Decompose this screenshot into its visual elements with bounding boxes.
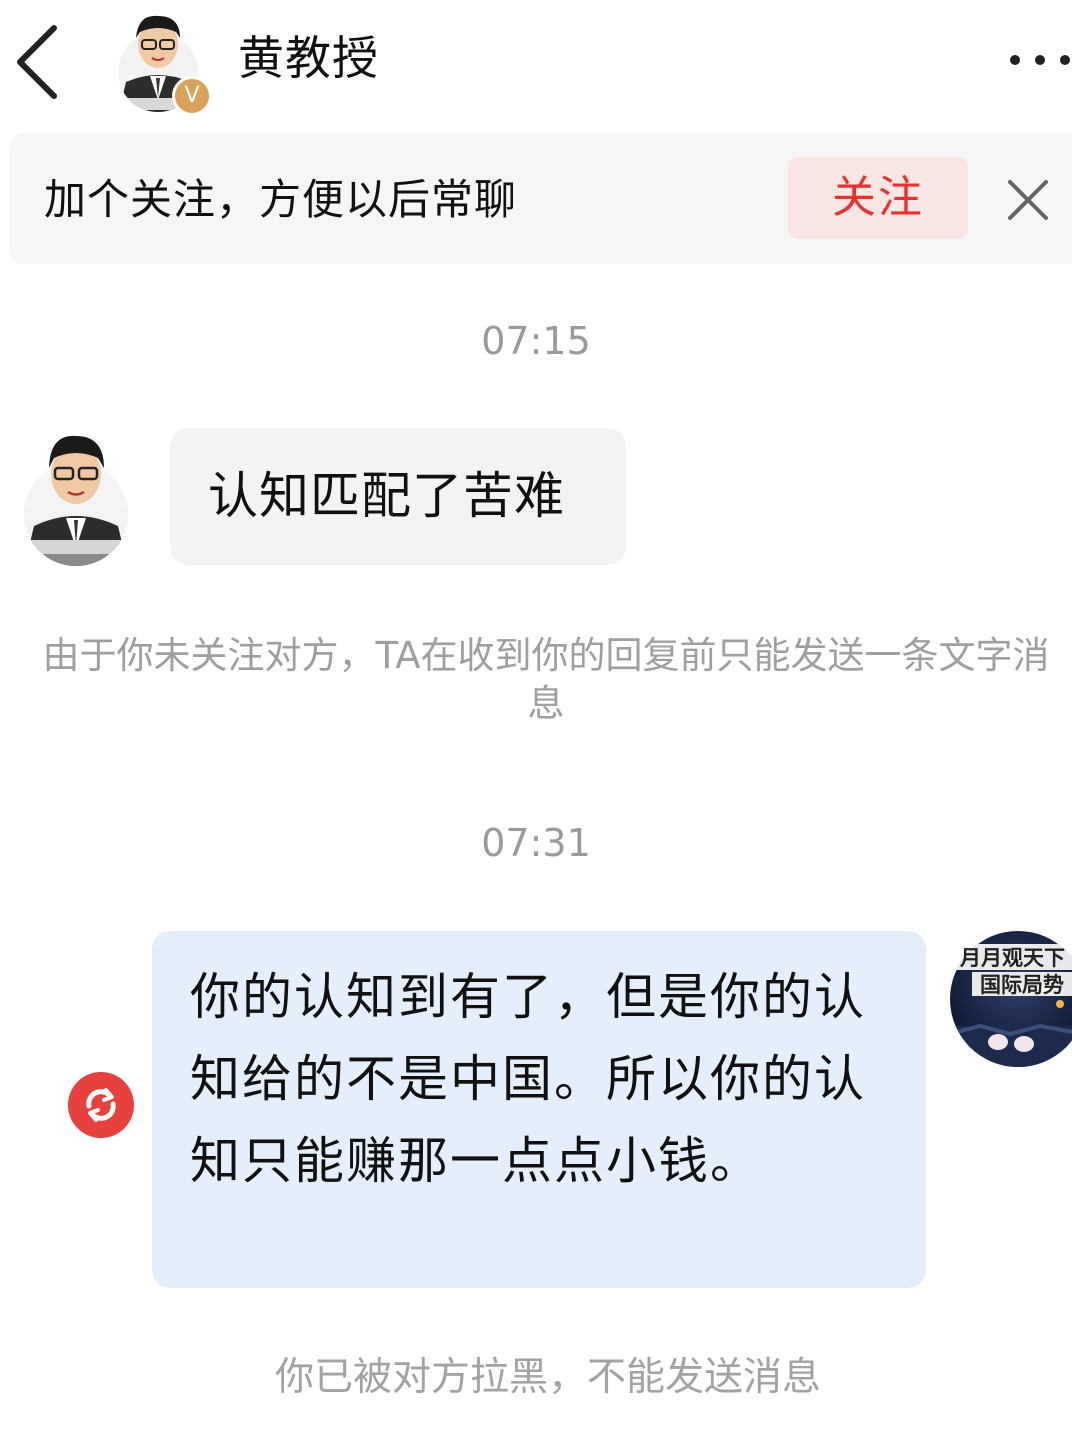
incoming-message-text: 认知匹配了苦难	[208, 467, 565, 525]
follow-button[interactable]: 关注	[788, 157, 968, 239]
system-notice: 由于你未关注对方，TA在收到你的回复前只能发送一条文字消息	[42, 634, 1050, 725]
follow-banner-text: 加个关注，方便以后常聊	[44, 175, 518, 224]
outgoing-message-text: 你的认知到有了，但是你的认知给的不是中国。所以你的认知只能赚那一点点小钱。	[190, 968, 866, 1190]
self-avatar-line1: 月月观天下	[959, 945, 1065, 970]
self-avatar-line2: 国际局势	[980, 972, 1064, 997]
back-button[interactable]	[10, 22, 66, 102]
chat-title: 黄教授	[238, 31, 379, 85]
self-avatar[interactable]: 月月观天下 国际局势	[950, 930, 1072, 1068]
close-icon	[1008, 180, 1048, 220]
resend-icon	[68, 1072, 134, 1138]
verified-badge: V	[172, 76, 212, 116]
verified-badge-label: V	[184, 83, 200, 108]
timestamp: 07:15	[481, 319, 591, 363]
chevron-left-icon	[17, 25, 57, 99]
more-button[interactable]	[1000, 48, 1072, 72]
resend-button[interactable]	[68, 1072, 134, 1138]
timestamp: 07:31	[481, 821, 591, 865]
contact-avatar[interactable]: V	[118, 10, 212, 116]
sender-avatar[interactable]	[24, 430, 130, 568]
blocked-notice: 你已被对方拉黑，不能发送消息	[274, 1355, 821, 1400]
close-banner-button[interactable]	[1006, 178, 1050, 222]
more-dots-icon	[1010, 55, 1070, 65]
